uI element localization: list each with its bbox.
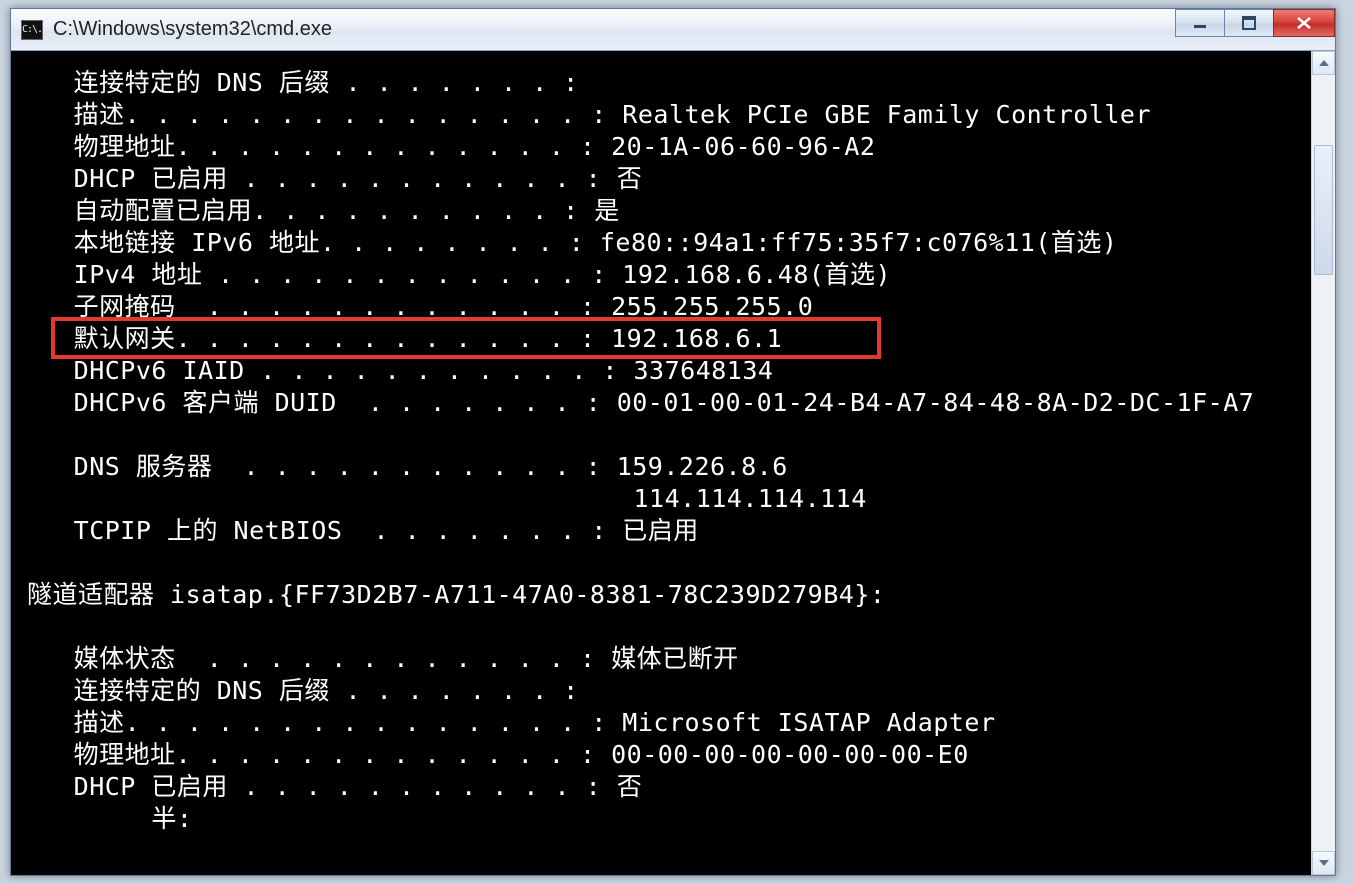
terminal-output[interactable]: 连接特定的 DNS 后缀 . . . . . . . : 描述. . . . .…	[11, 51, 1311, 875]
close-button[interactable]	[1273, 9, 1335, 37]
terminal-line: 默认网关. . . . . . . . . . . . . : 192.168.…	[11, 323, 1311, 355]
terminal-line: DNS 服务器 . . . . . . . . . . . : 159.226.…	[11, 451, 1311, 483]
terminal-line: 隧道适配器 isatap.{FF73D2B7-A711-47A0-8381-78…	[11, 579, 1311, 611]
terminal-line: DHCP 已启用 . . . . . . . . . . . : 否	[11, 771, 1311, 803]
minimize-icon	[1192, 17, 1208, 29]
chevron-up-icon	[1319, 60, 1329, 66]
terminal-line: 媒体状态 . . . . . . . . . . . . : 媒体已断开	[11, 643, 1311, 675]
terminal-line	[11, 419, 1311, 451]
minimize-button[interactable]	[1175, 9, 1225, 37]
scroll-down-button[interactable]	[1312, 851, 1335, 875]
close-icon	[1295, 16, 1313, 30]
content-area: 连接特定的 DNS 后缀 . . . . . . . : 描述. . . . .…	[11, 51, 1335, 875]
scrollbar-thumb[interactable]	[1314, 145, 1333, 275]
vertical-scrollbar[interactable]	[1311, 51, 1335, 875]
terminal-line: 114.114.114.114	[11, 483, 1311, 515]
scroll-up-button[interactable]	[1312, 51, 1335, 75]
terminal-line: 连接特定的 DNS 后缀 . . . . . . . :	[11, 675, 1311, 707]
cmd-app-icon: C:\.	[21, 20, 43, 40]
terminal-line: 本地链接 IPv6 地址. . . . . . . . : fe80::94a1…	[11, 227, 1311, 259]
terminal-line: 物理地址. . . . . . . . . . . . . : 00-00-00…	[11, 739, 1311, 771]
terminal-line: DHCPv6 客户端 DUID . . . . . . . : 00-01-00…	[11, 387, 1311, 419]
chevron-down-icon	[1319, 860, 1329, 866]
terminal-line: 自动配置已启用. . . . . . . . . . : 是	[11, 195, 1311, 227]
terminal-line: 半:	[11, 803, 1311, 835]
terminal-line: DHCPv6 IAID . . . . . . . . . . . : 3376…	[11, 355, 1311, 387]
window-controls	[1176, 9, 1335, 37]
terminal-line: 描述. . . . . . . . . . . . . . . : Realte…	[11, 99, 1311, 131]
maximize-icon	[1241, 16, 1257, 30]
terminal-line: TCPIP 上的 NetBIOS . . . . . . . : 已启用	[11, 515, 1311, 547]
terminal-line: IPv4 地址 . . . . . . . . . . . . : 192.16…	[11, 259, 1311, 291]
titlebar[interactable]: C:\. C:\Windows\system32\cmd.exe	[11, 9, 1335, 51]
terminal-line: DHCP 已启用 . . . . . . . . . . . : 否	[11, 163, 1311, 195]
terminal-line: 连接特定的 DNS 后缀 . . . . . . . :	[11, 67, 1311, 99]
terminal-line: 描述. . . . . . . . . . . . . . . : Micros…	[11, 707, 1311, 739]
terminal-line: 物理地址. . . . . . . . . . . . . : 20-1A-06…	[11, 131, 1311, 163]
window-title: C:\Windows\system32\cmd.exe	[53, 18, 332, 41]
cmd-window: C:\. C:\Windows\system32\cmd.exe 连接特定的 D…	[10, 8, 1336, 876]
scrollbar-track[interactable]	[1312, 75, 1335, 851]
maximize-button[interactable]	[1224, 9, 1274, 37]
terminal-line	[11, 547, 1311, 579]
terminal-line: 子网掩码 . . . . . . . . . . . . : 255.255.2…	[11, 291, 1311, 323]
terminal-line	[11, 611, 1311, 643]
